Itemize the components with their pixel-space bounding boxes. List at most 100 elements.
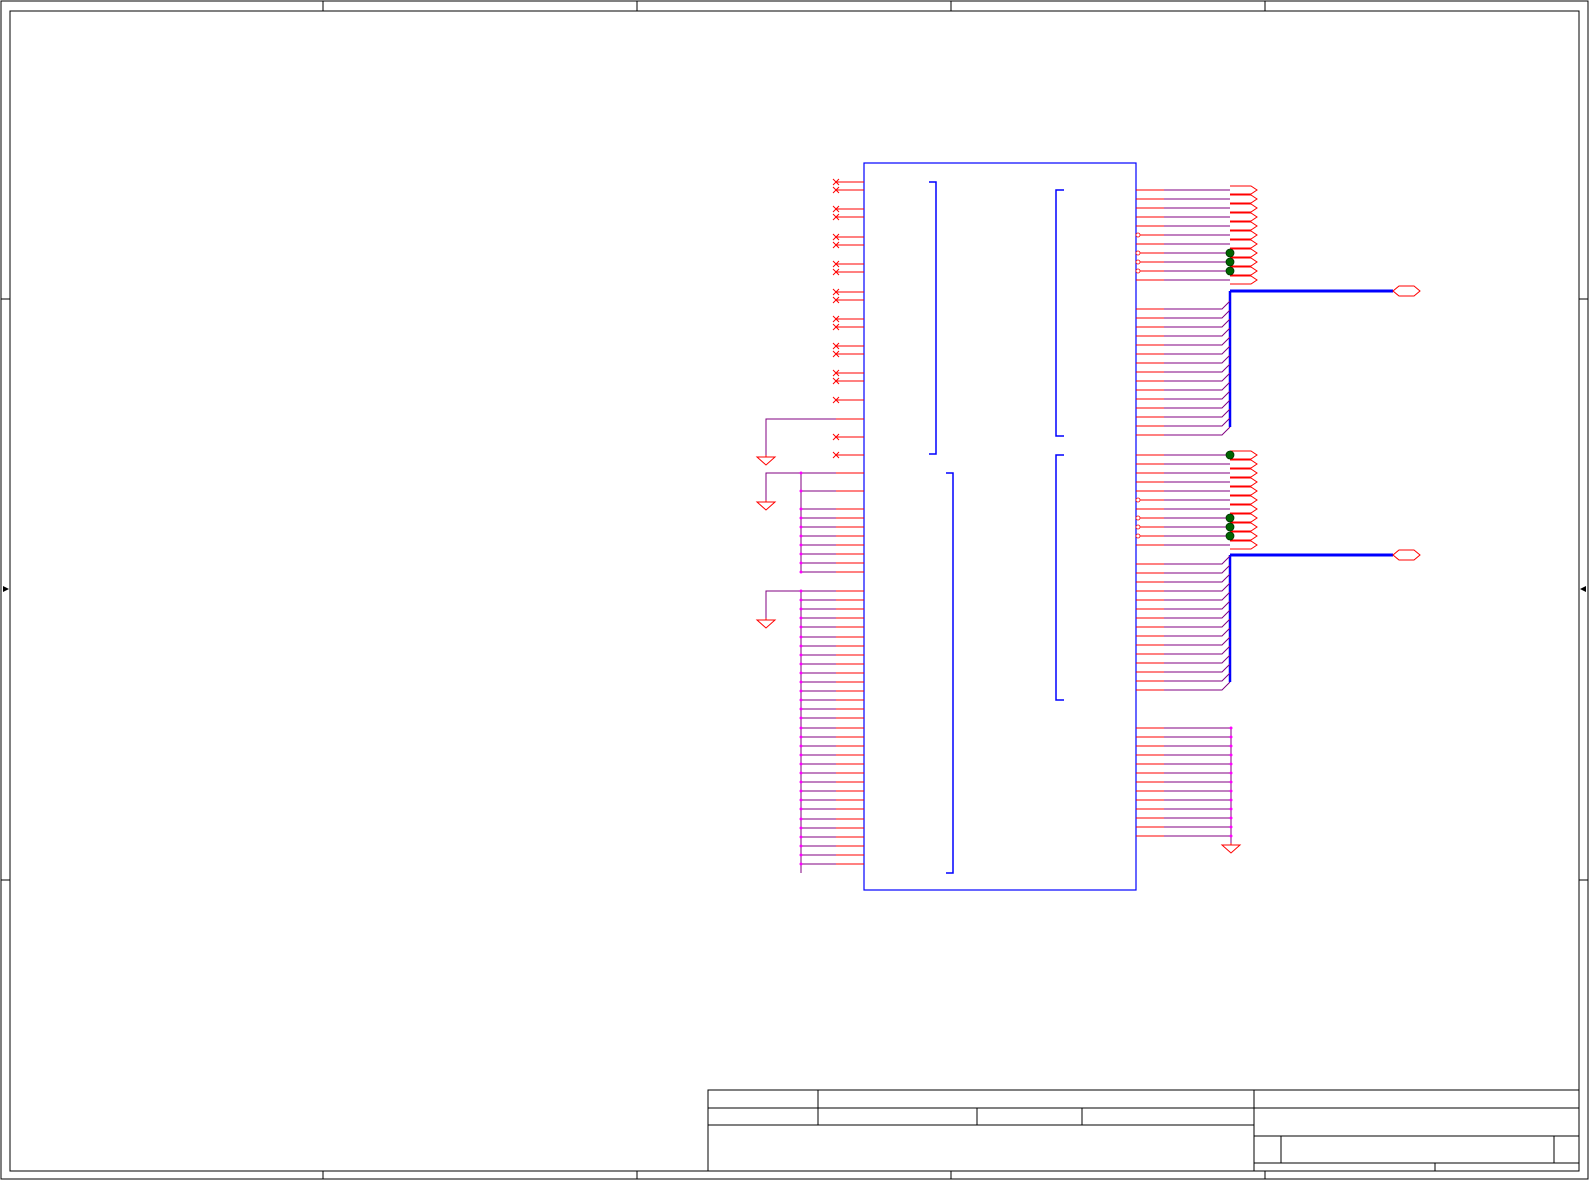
bus-entry-wire — [1164, 681, 1231, 691]
pin-stub-dot — [1229, 735, 1233, 739]
bus-entry-wire — [1164, 318, 1231, 328]
junction-dot-icon — [1225, 531, 1235, 541]
pin-stub-dot — [799, 716, 803, 720]
title-block — [707, 1089, 1580, 1172]
pin-stub-dot — [799, 789, 803, 793]
output-port-icon — [1230, 459, 1258, 469]
inversion-bubble — [1135, 250, 1141, 256]
pin-stub-dot — [799, 817, 803, 821]
bus-entry-wire — [1164, 336, 1231, 346]
pin-stub-dot — [799, 826, 803, 830]
pin-stub-dot — [799, 598, 803, 602]
pin-stub-dot — [1229, 789, 1233, 793]
bus-entry-wire — [1164, 399, 1231, 409]
pin-stub-dot — [799, 525, 803, 529]
bus-entry-wire — [1164, 582, 1231, 592]
bus-entry-wire — [1164, 345, 1231, 355]
pin-stub-dot — [799, 798, 803, 802]
inversion-bubble — [1135, 268, 1141, 274]
ic-body — [863, 162, 1137, 891]
output-port-icon — [1230, 504, 1258, 514]
pin-stub-dot — [1229, 798, 1233, 802]
output-port-icon — [1230, 495, 1258, 505]
ground-symbol-icon — [755, 455, 777, 466]
right-pin-group — [1135, 189, 1393, 843]
center-arrow-right-icon — [1580, 586, 1586, 592]
pin-stub-dot — [799, 771, 803, 775]
pin-stub-dot — [1229, 726, 1233, 730]
pin-stub-dot — [799, 607, 803, 611]
bus-entry-wire — [1164, 381, 1231, 391]
pin-stub-dot — [1229, 834, 1233, 838]
bus-entry-wire — [1164, 363, 1231, 373]
bus-entry-wire — [1164, 327, 1231, 337]
bus-entry-wire — [1164, 390, 1231, 400]
power-and-port-symbols — [755, 185, 1421, 854]
ic-component — [863, 162, 1137, 891]
pin-stub-dot — [799, 726, 803, 730]
bus-entry-wire — [1164, 618, 1231, 628]
bus-entry-wire — [1164, 627, 1231, 637]
pin-stub-dot — [799, 489, 803, 493]
pin-stub-dot — [799, 552, 803, 556]
bus-entry-wire — [1164, 573, 1231, 583]
ground-wire — [765, 418, 836, 455]
bus-entry-wire — [1164, 663, 1231, 673]
bus-entry-wire — [1164, 600, 1231, 610]
pin-group-bracket — [946, 472, 954, 874]
pin-group-bracket — [1055, 454, 1064, 701]
bus-entry-wire — [1164, 555, 1231, 565]
pin-stub-dot — [799, 534, 803, 538]
output-port-icon — [1230, 477, 1258, 487]
bus-entry-wire — [1164, 417, 1231, 427]
ground-symbol-icon — [755, 500, 777, 511]
pin-stub-dot — [799, 616, 803, 620]
pin-stub-dot — [1229, 753, 1233, 757]
bus-entry-wire — [1164, 591, 1231, 601]
pin-stub-dot — [799, 625, 803, 629]
output-port-icon — [1230, 185, 1258, 195]
ground-symbol-icon — [755, 618, 777, 629]
left-pin-group — [765, 178, 864, 873]
output-port-icon — [1230, 468, 1258, 478]
pin-stub-dot — [799, 835, 803, 839]
bus-entry-wire — [1164, 300, 1231, 310]
pin-stub-dot — [799, 853, 803, 857]
pin-stub-dot — [799, 680, 803, 684]
inversion-bubble — [1135, 232, 1141, 238]
bus-entry-wire — [1164, 636, 1231, 646]
junction-dot-icon — [1225, 450, 1235, 460]
bus-entry-wire — [1164, 672, 1231, 682]
junction-dot-icon — [1225, 257, 1235, 267]
output-port-icon — [1230, 194, 1258, 204]
output-port-icon — [1230, 275, 1258, 285]
pin-stub-dot — [799, 753, 803, 757]
junction-dot-icon — [1225, 266, 1235, 276]
hex-port-icon — [1392, 549, 1421, 561]
bus-entry-wire — [1164, 309, 1231, 319]
ground-wire — [765, 472, 801, 500]
sheet-frame — [0, 0, 1589, 1180]
pin-stub-dot — [1229, 780, 1233, 784]
bus-entry-wire — [1164, 645, 1231, 655]
bus-entry-wire — [1164, 408, 1231, 418]
pin-stub-dot — [799, 762, 803, 766]
pin-stub-dot — [799, 671, 803, 675]
pin-stub-dot — [799, 635, 803, 639]
output-port-icon — [1230, 486, 1258, 496]
pin-stub-dot — [799, 862, 803, 866]
pin-stub-dot — [799, 662, 803, 666]
pin-stub-dot — [799, 653, 803, 657]
pin-stub-dot — [799, 644, 803, 648]
inversion-bubble — [1135, 524, 1141, 530]
output-port-icon — [1230, 239, 1258, 249]
pin-stub-dot — [799, 735, 803, 739]
bus-entry-wire — [1164, 564, 1231, 574]
pin-stub-dot — [1229, 771, 1233, 775]
ground-wire — [765, 590, 801, 618]
bus-entry-wire — [1164, 426, 1231, 436]
pin-stub-dot — [799, 780, 803, 784]
output-port-icon — [1230, 212, 1258, 222]
pin-stub-dot — [799, 707, 803, 711]
pin-stub-dot — [799, 570, 803, 574]
